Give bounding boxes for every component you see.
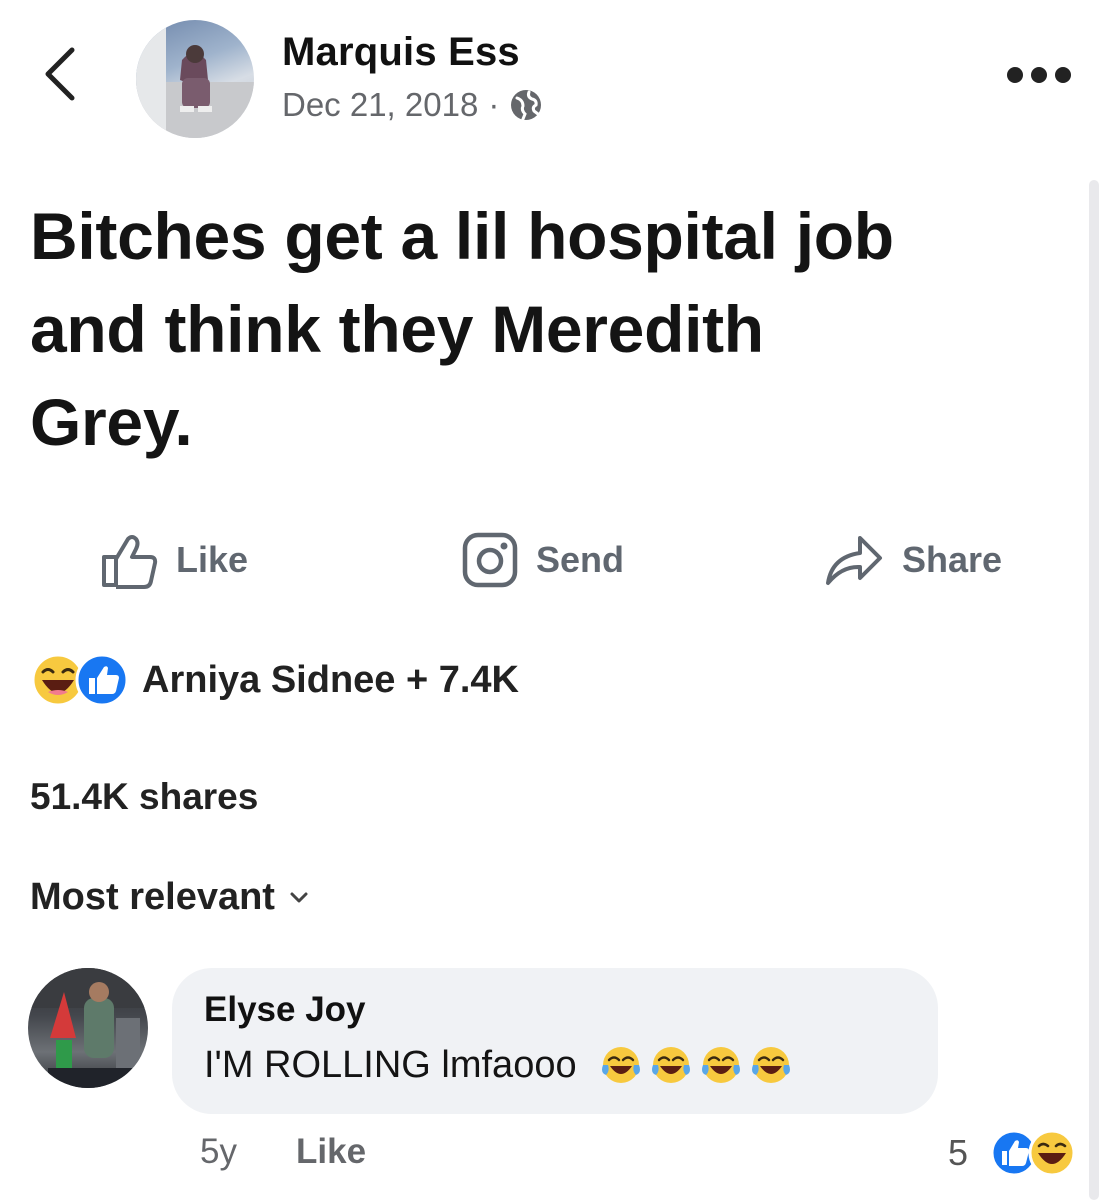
comment-like-button[interactable]: Like (296, 1132, 366, 1172)
send-label: Send (536, 539, 625, 580)
post-text-line: and think they Meredith (30, 292, 764, 366)
like-label: Like (176, 539, 249, 580)
back-chevron-icon[interactable] (36, 44, 84, 104)
chevron-down-icon (290, 892, 308, 902)
share-arrow-icon (826, 536, 882, 585)
reactions-summary[interactable]: Arniya Sidnee + 7.4K (30, 652, 519, 708)
comment-sort-dropdown[interactable]: Most relevant (30, 876, 309, 919)
post-text-line: Grey. (30, 385, 193, 459)
post-meta: Dec 21, 2018 · (282, 86, 543, 124)
sort-label: Most relevant (30, 876, 275, 918)
share-button[interactable]: Share (824, 528, 1002, 592)
globe-icon (511, 90, 542, 121)
like-reaction-icon (75, 653, 129, 707)
comment-body: I'M ROLLING lmfaooo (204, 1043, 577, 1086)
reactions-text: Arniya Sidnee + 7.4K (142, 658, 519, 701)
send-button[interactable]: Send (462, 528, 624, 592)
scrollbar[interactable] (1089, 180, 1099, 1200)
comment-reactions-icon[interactable] (988, 1128, 1098, 1178)
tears-of-joy-emoji-icon (651, 1047, 690, 1083)
post-date[interactable]: Dec 21, 2018 (282, 86, 478, 124)
author-avatar[interactable] (136, 20, 254, 138)
comment-text: I'M ROLLING lmfaooo (204, 1043, 793, 1087)
post-text: Bitches get a lil hospital job and think… (30, 190, 1070, 469)
more-dots-icon[interactable] (1004, 64, 1074, 86)
shares-count[interactable]: 51.4K shares (30, 776, 258, 818)
thumbs-up-icon (102, 535, 158, 589)
meta-separator: · (488, 86, 500, 123)
tears-of-joy-emoji-icon (701, 1047, 740, 1083)
comment-reaction-count[interactable]: 5 (948, 1132, 968, 1174)
instagram-icon (462, 532, 518, 588)
tears-of-joy-emoji-icon (751, 1047, 790, 1083)
tears-of-joy-emoji-icon (601, 1047, 640, 1083)
author-name[interactable]: Marquis Ess (282, 30, 520, 75)
post-text-line: Bitches get a lil hospital job (30, 199, 894, 273)
commenter-name[interactable]: Elyse Joy (204, 990, 366, 1030)
share-label: Share (902, 539, 1003, 580)
commenter-avatar[interactable] (28, 968, 148, 1088)
like-button[interactable]: Like (100, 528, 248, 592)
comment-age: 5y (200, 1132, 237, 1171)
